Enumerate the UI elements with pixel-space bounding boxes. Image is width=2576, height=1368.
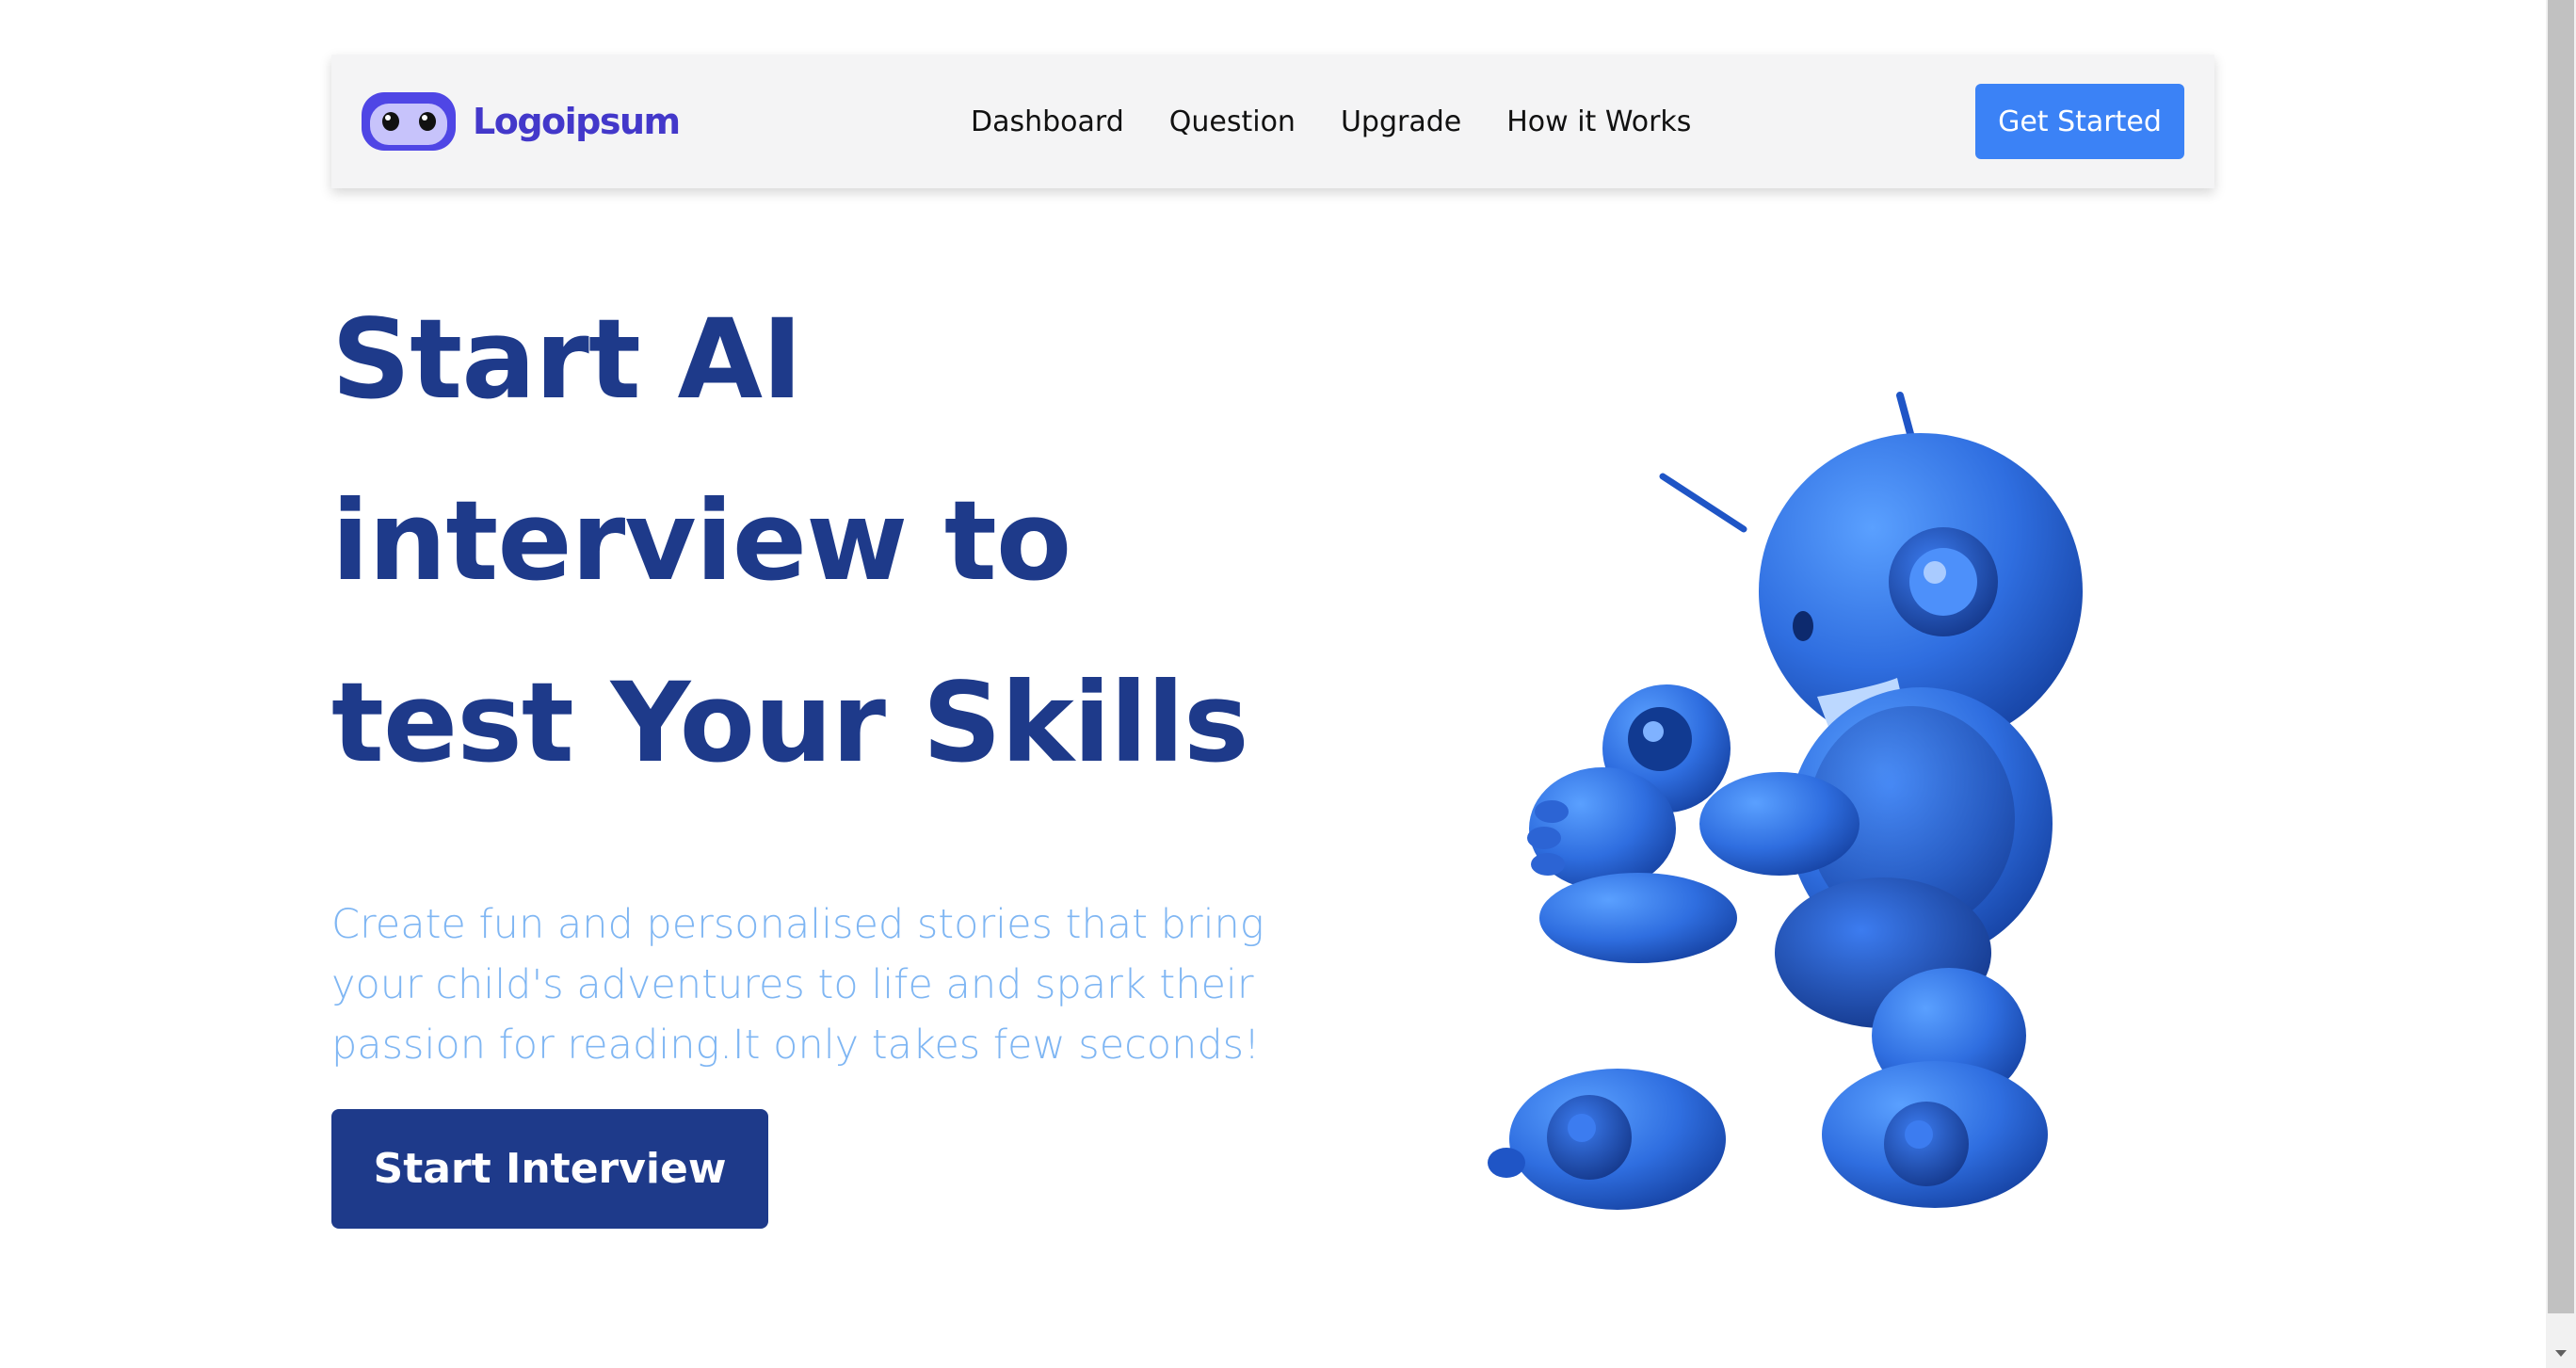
nav-link-how-it-works[interactable]: How it Works bbox=[1506, 105, 1691, 138]
navbar: Logoipsum Dashboard Question Upgrade How… bbox=[331, 55, 2214, 188]
scrollbar-thumb[interactable] bbox=[2548, 0, 2574, 1313]
robot-eyes-logo-icon bbox=[362, 92, 456, 151]
hero-description-line: your child's adventures to life and spar… bbox=[331, 961, 1254, 1008]
hero-title: Start AI interview to test Your Skills bbox=[331, 268, 1367, 813]
nav-link-question[interactable]: Question bbox=[1169, 105, 1296, 138]
logo[interactable]: Logoipsum bbox=[362, 92, 681, 151]
start-interview-button[interactable]: Start Interview bbox=[331, 1109, 768, 1229]
nav-links: Dashboard Question Upgrade How it Works bbox=[971, 55, 1691, 188]
hero-title-line: Start AI bbox=[331, 295, 803, 424]
hero-title-line: test Your Skills bbox=[331, 658, 1249, 787]
vertical-scrollbar[interactable] bbox=[2546, 0, 2576, 1368]
get-started-button[interactable]: Get Started bbox=[1975, 84, 2184, 159]
nav-link-upgrade[interactable]: Upgrade bbox=[1341, 105, 1461, 138]
hero-description-line: passion for reading.It only takes few se… bbox=[331, 1022, 1261, 1069]
logo-text: Logoipsum bbox=[473, 101, 681, 142]
robot-illustration-icon bbox=[1488, 392, 2083, 1210]
landing-page: Logoipsum Dashboard Question Upgrade How… bbox=[0, 0, 2546, 1368]
nav-link-dashboard[interactable]: Dashboard bbox=[971, 105, 1124, 138]
scroll-down-arrow-icon[interactable] bbox=[2546, 1340, 2576, 1368]
hero-description-line: Create fun and personalised stories that… bbox=[331, 901, 1264, 948]
hero-title-line: interview to bbox=[331, 476, 1071, 605]
hero-description: Create fun and personalised stories that… bbox=[331, 894, 1273, 1075]
